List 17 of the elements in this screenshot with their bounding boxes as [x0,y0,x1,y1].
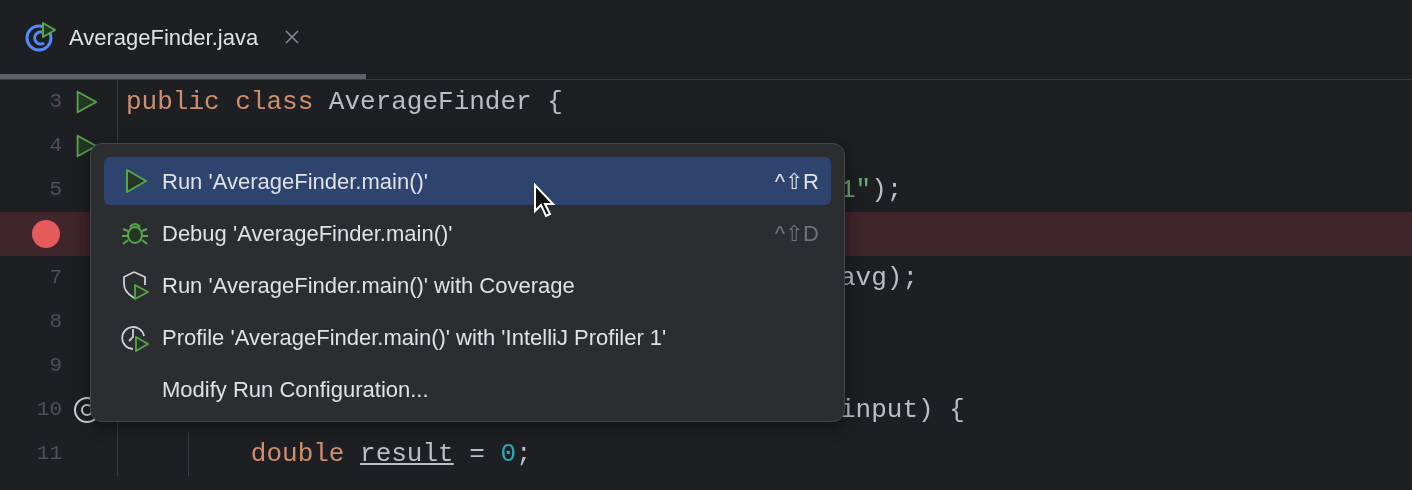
menu-item[interactable]: Run 'AverageFinder.main()' with Coverage [104,261,831,309]
mouse-cursor-icon [533,183,557,219]
shield-run-icon [120,270,150,300]
menu-item[interactable]: Debug 'AverageFinder.main()' ^⇧D [104,209,831,257]
tab-title: AverageFinder.java [69,23,259,52]
shortcut-label: ^⇧D [774,219,819,248]
shortcut-label: ^⇧R [774,167,819,196]
code-line: public class AverageFinder { [126,87,563,117]
menu-item[interactable]: Modify Run Configuration... [104,365,831,413]
code-line: input) { [840,395,965,425]
breakpoint-icon[interactable] [32,220,60,248]
file-tab[interactable]: AverageFinder.java [0,0,366,79]
menu-item[interactable]: Run 'AverageFinder.main()' ^⇧R [104,157,831,205]
close-icon[interactable] [284,29,301,45]
code-line: double result = 0; [249,439,532,469]
menu-item[interactable]: Profile 'AverageFinder.main()' with 'IntelliJ Profiler 1' [104,313,831,361]
java-class-run-icon [25,21,57,53]
